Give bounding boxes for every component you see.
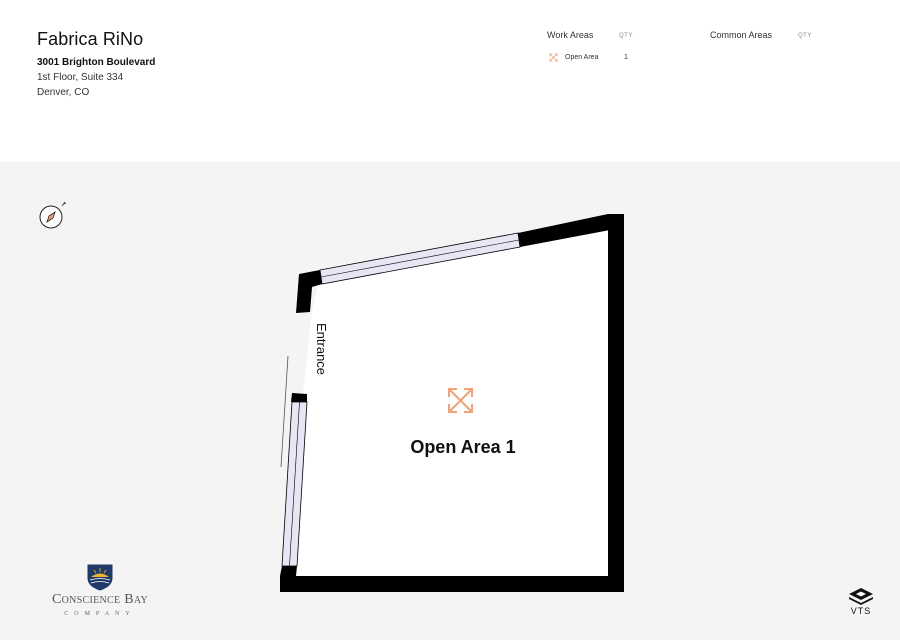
wall-west-pier (291, 393, 307, 402)
floor-plan: Entrance Open Area 1 (280, 214, 624, 592)
room-open-area-1 (296, 229, 608, 576)
wall-east (608, 214, 624, 592)
entrance-label: Entrance (314, 323, 329, 375)
brand-name: Conscience Bay (51, 592, 148, 607)
wall-south-west-pier (280, 566, 297, 576)
compass-north-icon (39, 201, 67, 229)
brand-subtitle: COMPANY (64, 611, 136, 617)
entrance-door-line (280, 355, 289, 468)
wall-south (280, 576, 624, 592)
vts-logo-icon (849, 588, 873, 605)
vts-label: VTS (850, 606, 872, 616)
room-label: Open Area 1 (410, 437, 515, 457)
